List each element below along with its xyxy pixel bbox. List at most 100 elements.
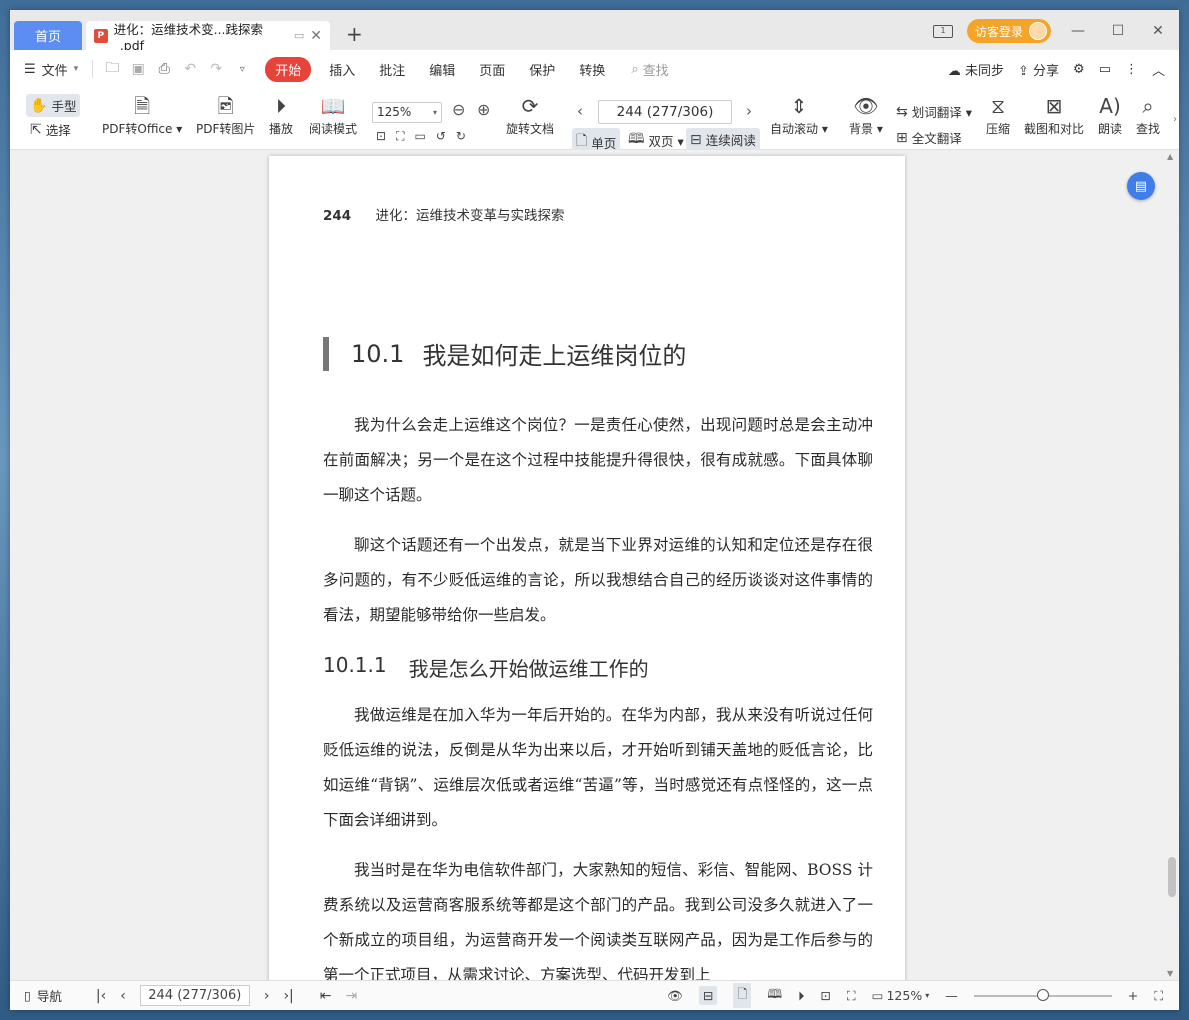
subsection-title: 我是怎么开始做运维工作的: [408, 657, 649, 681]
status-zoom-select[interactable]: ▭ 125% ▾: [872, 988, 930, 1003]
play-icon[interactable]: ⏵: [798, 988, 804, 1004]
compress-icon: ⧖: [990, 94, 1006, 118]
screenshot-compare-button[interactable]: ⊠ 截图和对比: [1024, 92, 1084, 137]
tab-document[interactable]: P 进化：运维技术变...践探索_.pdf ▭ ✕: [86, 21, 330, 53]
actual-size-icon[interactable]: ⊡: [820, 988, 830, 1003]
hand-tool-button[interactable]: ✋ 手型: [26, 94, 81, 117]
open-folder-icon[interactable]: 🗀: [99, 57, 125, 81]
tab-home[interactable]: 首页: [14, 21, 82, 50]
rotate-left-icon[interactable]: ↺: [436, 129, 446, 144]
pdf-to-image-button[interactable]: 🖻 PDF转图片: [196, 92, 255, 137]
zoom-out-icon[interactable]: —: [945, 988, 958, 1003]
scrollbar-thumb[interactable]: [1168, 857, 1176, 897]
back-view-icon[interactable]: ⇤: [320, 988, 332, 1004]
ribbon-scroll-right-icon[interactable]: ›: [1173, 114, 1177, 125]
forward-view-icon[interactable]: ⇥: [346, 988, 358, 1004]
status-page-input[interactable]: 244 (277/306): [139, 985, 250, 1006]
page-number-input[interactable]: 244 (277/306): [598, 100, 732, 124]
floating-tool-button[interactable]: ▤: [1127, 172, 1155, 200]
settings-icon[interactable]: ⚙: [1073, 62, 1085, 77]
close-window-icon[interactable]: ✕: [1145, 23, 1171, 39]
double-page-view-icon[interactable]: 🕮: [767, 985, 782, 1006]
continuous-view-icon[interactable]: ⊟: [698, 986, 718, 1005]
save-icon[interactable]: ▣: [125, 61, 151, 77]
auto-scroll-button[interactable]: ⇕ 自动滚动 ▾: [770, 92, 828, 137]
window-count-icon[interactable]: 1: [932, 24, 953, 38]
rotate-right-icon[interactable]: ↻: [456, 129, 466, 144]
more-quick-icon[interactable]: ▿: [229, 64, 255, 75]
fit-page-icon[interactable]: ⛶: [396, 129, 404, 144]
rotate-document-icon: ⟳: [521, 94, 539, 118]
scroll-down-icon[interactable]: ▼: [1167, 969, 1173, 978]
tab-start[interactable]: 开始: [265, 56, 312, 82]
comment-icon[interactable]: ▭: [1099, 62, 1111, 77]
document-viewport[interactable]: 244 进化：运维技术变革与实践探索 10.1 我是如何走上运维岗位的 我为什么…: [10, 150, 1179, 980]
next-page-icon[interactable]: ›: [746, 102, 752, 120]
pdf-to-image-label: PDF转图片: [196, 122, 256, 136]
rotate-document-button[interactable]: ⟳ 旋转文档: [506, 92, 554, 137]
undo-icon[interactable]: ↶: [177, 61, 203, 77]
vertical-scrollbar[interactable]: ▲ ▼: [1165, 150, 1179, 980]
close-tab-icon[interactable]: ✕: [310, 28, 322, 44]
section-number: 10.1: [351, 339, 405, 368]
tab-edit[interactable]: 编辑: [417, 60, 467, 79]
paragraph: 聊这个话题还有一个出发点，就是当下业界对运维的认知和定位还是存在很多问题的，有不…: [323, 536, 873, 624]
maximize-icon[interactable]: ☐: [1105, 23, 1131, 39]
zoom-slider[interactable]: [973, 988, 1112, 1001]
zoom-value: 125%: [377, 105, 412, 119]
actual-size-icon[interactable]: ⊡: [376, 129, 386, 144]
print-icon[interactable]: ⎙: [151, 61, 177, 77]
status-zoom-value: 125%: [886, 988, 923, 1003]
compress-button[interactable]: ⧖ 压缩: [986, 92, 1010, 137]
more-icon[interactable]: ⋮: [1125, 62, 1138, 77]
fullscreen-icon[interactable]: ⛶: [1154, 988, 1163, 1004]
file-menu-label: 文件: [41, 63, 68, 79]
file-menu[interactable]: ☰ 文件 ▾: [10, 60, 86, 79]
find-label: 查找: [1136, 122, 1161, 136]
zoom-select[interactable]: 125% ▾: [372, 102, 442, 123]
sync-button[interactable]: ☁ 未同步: [948, 60, 1004, 79]
last-page-icon[interactable]: ›|: [283, 988, 293, 1004]
read-mode-button[interactable]: 📖 阅读模式: [309, 92, 357, 137]
zoom-out-icon[interactable]: ⊖: [452, 100, 465, 119]
fit-width-icon[interactable]: ▭: [414, 129, 425, 144]
pdf-to-office-button[interactable]: 🗎 PDF转Office ▾: [102, 92, 182, 137]
hand-tool-label: 手型: [51, 99, 77, 114]
zoom-in-icon[interactable]: ⊕: [477, 100, 490, 119]
eye-protection-icon[interactable]: 👁: [667, 988, 683, 1004]
zoom-slider-knob[interactable]: [1036, 988, 1049, 1001]
prev-page-icon[interactable]: ‹: [577, 102, 583, 120]
new-tab-button[interactable]: +: [346, 22, 363, 46]
tab-protect[interactable]: 保护: [517, 60, 567, 79]
tab-convert[interactable]: 转换: [567, 60, 617, 79]
first-page-icon[interactable]: |‹: [96, 988, 106, 1004]
single-page-view-icon[interactable]: 🗋: [733, 983, 752, 1008]
prev-page-icon[interactable]: ‹: [120, 988, 126, 1004]
continuous-read-button[interactable]: ⊟ 连续阅读: [686, 128, 760, 151]
read-aloud-button[interactable]: A) 朗读: [1098, 92, 1122, 137]
fit-page-icon[interactable]: ⛶: [847, 988, 856, 1004]
tab-page[interactable]: 页面: [467, 60, 517, 79]
background-button[interactable]: 👁 背景 ▾: [849, 92, 883, 137]
word-translate-button[interactable]: ⇆ 划词翻译 ▾: [896, 102, 972, 121]
search-box[interactable]: ⌕ 查找: [631, 60, 668, 79]
next-page-icon[interactable]: ›: [264, 988, 270, 1004]
auto-scroll-icon: ⇕: [790, 94, 808, 118]
minimize-icon[interactable]: —: [1065, 23, 1091, 39]
redo-icon[interactable]: ↷: [203, 61, 229, 77]
pin-icon[interactable]: ▭: [294, 29, 304, 42]
full-translate-button[interactable]: ⊞ 全文翻译: [896, 128, 962, 147]
find-button[interactable]: ⌕ 查找: [1136, 92, 1160, 137]
collapse-ribbon-icon[interactable]: ︿: [1152, 60, 1165, 79]
share-button[interactable]: ⇪ 分享: [1018, 60, 1059, 79]
zoom-in-icon[interactable]: +: [1128, 988, 1138, 1003]
navigation-toggle[interactable]: ▯ 导航: [10, 986, 62, 1005]
select-tool-button[interactable]: ⇱ 选择: [30, 120, 71, 139]
scroll-up-icon[interactable]: ▲: [1167, 152, 1173, 161]
double-page-button[interactable]: 🕮 双页 ▾: [628, 128, 684, 152]
visitor-login-button[interactable]: 访客登录: [966, 19, 1051, 43]
play-button[interactable]: ⏵ 播放: [269, 92, 293, 137]
play-label: 播放: [269, 122, 294, 136]
tab-annotate[interactable]: 批注: [367, 60, 417, 79]
tab-insert[interactable]: 插入: [317, 60, 367, 79]
